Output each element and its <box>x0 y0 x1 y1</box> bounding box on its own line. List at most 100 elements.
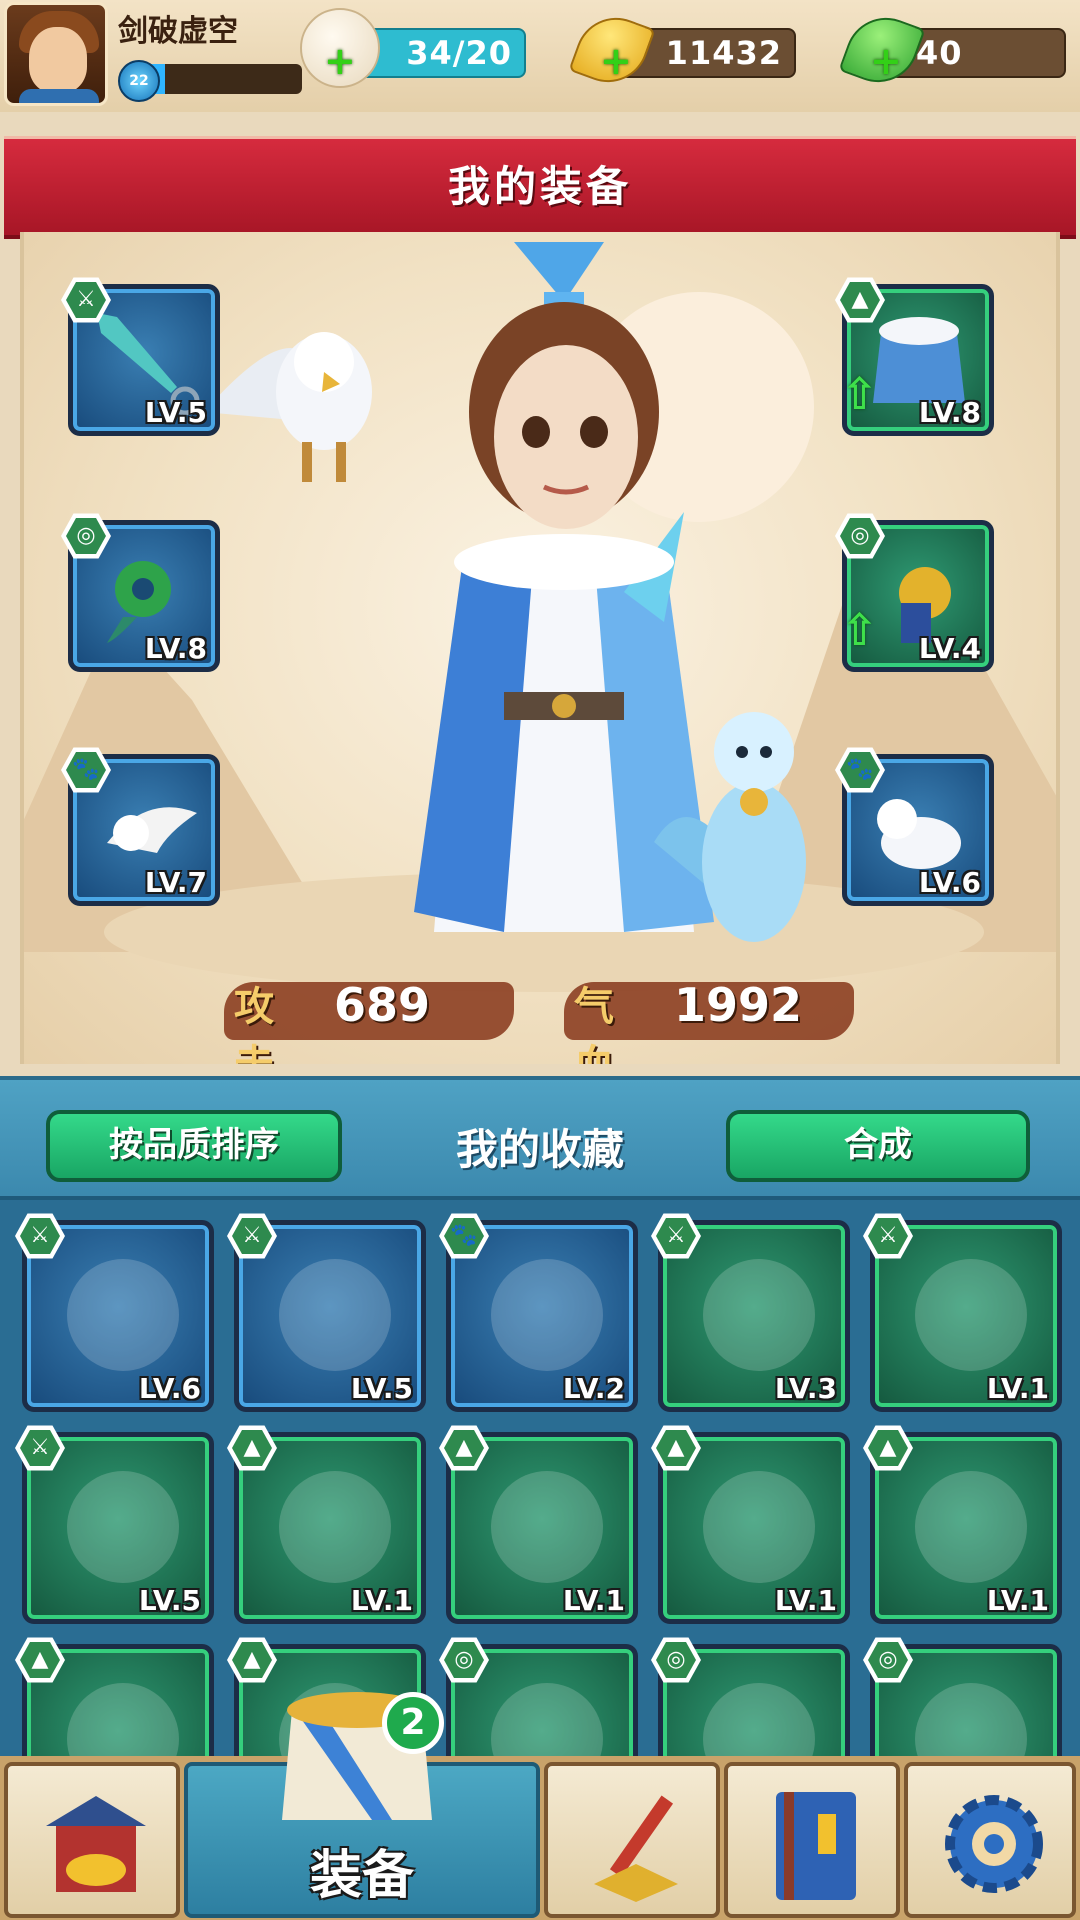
weapons-icon <box>594 1795 678 1902</box>
accessory-type-badge: ◎ <box>61 511 111 561</box>
equip-slot-accessory-2[interactable]: ◎ ⇧ LV.4 <box>835 513 994 672</box>
item-level: LV.5 <box>350 1372 413 1405</box>
shop-icon <box>46 1796 146 1892</box>
tab-equipment[interactable]: 2 装备 <box>184 1692 540 1918</box>
armor-type-badge: ▲ <box>227 1635 277 1685</box>
item-level: LV.5 <box>138 1584 201 1617</box>
collection-item[interactable]: ⚔ LV.3 <box>651 1213 850 1412</box>
collection-item[interactable]: ▲ <box>15 1637 214 1760</box>
weapon-type-badge: ⚔ <box>863 1211 913 1261</box>
title-banner: 我的装备 <box>4 136 1076 239</box>
weapon-type-badge: ⚔ <box>227 1211 277 1261</box>
pet-type-badge: 🐾 <box>61 745 111 795</box>
gold-armor-icon <box>915 1471 1027 1583</box>
monkey-icon <box>491 1259 603 1371</box>
tab-weapons[interactable] <box>544 1762 720 1918</box>
hp-value: 1992 <box>674 978 803 1032</box>
tab-equipment-label: 装备 <box>309 1846 414 1906</box>
top-bar: 剑破虚空 22 + 34/20 + 11432 + 40 <box>0 0 1080 112</box>
phoenix-pendant-icon <box>703 1683 815 1760</box>
item-level: LV.8 <box>918 396 981 429</box>
item-level: LV.7 <box>144 866 207 899</box>
tab-book[interactable] <box>724 1762 900 1918</box>
equipment-badge: 2 <box>382 1692 444 1754</box>
item-level: LV.6 <box>918 866 981 899</box>
item-level: LV.1 <box>986 1584 1049 1617</box>
item-level: LV.4 <box>918 632 981 665</box>
item-level: LV.2 <box>562 1372 625 1405</box>
equip-slot-armor[interactable]: ▲ ⇧ LV.8 <box>835 277 994 436</box>
collection-item[interactable]: ▲ LV.1 <box>651 1425 850 1624</box>
armor-type-badge: ▲ <box>863 1423 913 1473</box>
item-level: LV.6 <box>138 1372 201 1405</box>
collection-item[interactable]: ▲ LV.1 <box>439 1425 638 1624</box>
add-gold-icon[interactable]: + <box>600 42 632 80</box>
collection-item[interactable]: ⚔ LV.5 <box>227 1213 426 1412</box>
item-level: LV.3 <box>774 1372 837 1405</box>
equip-slot-weapon[interactable]: ⚔ LV.5 <box>61 277 220 436</box>
sort-by-quality-button[interactable]: 按品质排序 <box>46 1110 342 1182</box>
ferret-companion <box>654 712 806 942</box>
fur-robe-icon <box>703 1471 815 1583</box>
stamina-counter[interactable]: + 34/20 <box>300 8 526 88</box>
accessory-type-badge: ◎ <box>835 511 885 561</box>
gear-icon <box>945 1795 1043 1893</box>
bottom-nav: 2 装备 <box>0 1692 1080 1920</box>
pet-type-badge: 🐾 <box>835 745 885 795</box>
equip-slot-pet-2[interactable]: 🐾 LV.6 <box>835 747 994 906</box>
equip-slot-accessory[interactable]: ◎ LV.8 <box>61 513 220 672</box>
tab-settings[interactable] <box>904 1762 1076 1918</box>
armor-type-badge: ▲ <box>227 1423 277 1473</box>
collection-item[interactable]: ⚔ LV.1 <box>863 1213 1062 1412</box>
armor-type-badge: ▲ <box>651 1423 701 1473</box>
hp-label: 气血 <box>574 984 614 1064</box>
leather-armor-icon <box>279 1471 391 1583</box>
accessory-type-badge: ◎ <box>863 1635 913 1685</box>
fan-icon <box>279 1259 391 1371</box>
stamina-value: 34/20 <box>406 34 512 72</box>
xp-bar <box>146 64 302 94</box>
item-level: LV.8 <box>144 632 207 665</box>
gold-counter[interactable]: + 11432 <box>568 6 796 94</box>
jade-value: 40 <box>916 34 963 72</box>
equip-slot-pet[interactable]: 🐾 LV.7 <box>61 747 220 906</box>
page-title: 我的装备 <box>447 162 632 211</box>
attack-value: 689 <box>334 978 431 1032</box>
gold-value: 11432 <box>665 34 782 72</box>
jade-counter[interactable]: + 40 <box>838 6 1066 94</box>
item-level: LV.1 <box>562 1584 625 1617</box>
armor-type-badge: ▲ <box>835 275 885 325</box>
collection-item[interactable]: ▲ LV.1 <box>863 1425 1062 1624</box>
weapon-type-badge: ⚔ <box>15 1211 65 1261</box>
crossbow-icon <box>915 1259 1027 1371</box>
folding-fan-icon <box>703 1259 815 1371</box>
armor-type-badge: ▲ <box>439 1423 489 1473</box>
add-jade-icon[interactable]: + <box>870 42 902 80</box>
player-level-badge: 22 <box>118 60 160 102</box>
book-icon <box>776 1792 856 1900</box>
tab-shop[interactable] <box>4 1762 180 1918</box>
collection-item[interactable]: ▲ LV.1 <box>227 1425 426 1624</box>
crossbow-icon <box>67 1471 179 1583</box>
item-level: LV.1 <box>774 1584 837 1617</box>
sword-icon <box>67 1259 179 1371</box>
armor-type-badge: ▲ <box>15 1635 65 1685</box>
weapon-type-badge: ⚔ <box>15 1423 65 1473</box>
merge-button[interactable]: 合成 <box>726 1110 1030 1182</box>
silver-pendant-icon <box>491 1683 603 1760</box>
collection-grid: ⚔ LV.6 ⚔ LV.5 🐾 LV.2 ⚔ LV.3 ⚔ LV.1 ⚔ LV.5 ▲ LV.1 ▲ LV.1… <box>0 1196 1080 1760</box>
gold-pendant-icon <box>915 1683 1027 1760</box>
collection-header: 按品质排序 我的收藏 合成 <box>0 1076 1080 1200</box>
accessory-type-badge: ◎ <box>651 1635 701 1685</box>
collection-item[interactable]: ◎ <box>439 1637 638 1760</box>
collection-item[interactable]: ◎ <box>651 1637 850 1760</box>
item-level: LV.1 <box>350 1584 413 1617</box>
add-stamina-icon[interactable]: + <box>324 42 356 80</box>
leather-armor-icon <box>491 1471 603 1583</box>
collection-item[interactable]: 🐾 LV.2 <box>439 1213 638 1412</box>
item-level: LV.1 <box>986 1372 1049 1405</box>
collection-item[interactable]: ⚔ LV.5 <box>15 1425 214 1624</box>
player-avatar[interactable] <box>4 2 108 106</box>
collection-item[interactable]: ⚔ LV.6 <box>15 1213 214 1412</box>
collection-item[interactable]: ◎ <box>863 1637 1062 1760</box>
